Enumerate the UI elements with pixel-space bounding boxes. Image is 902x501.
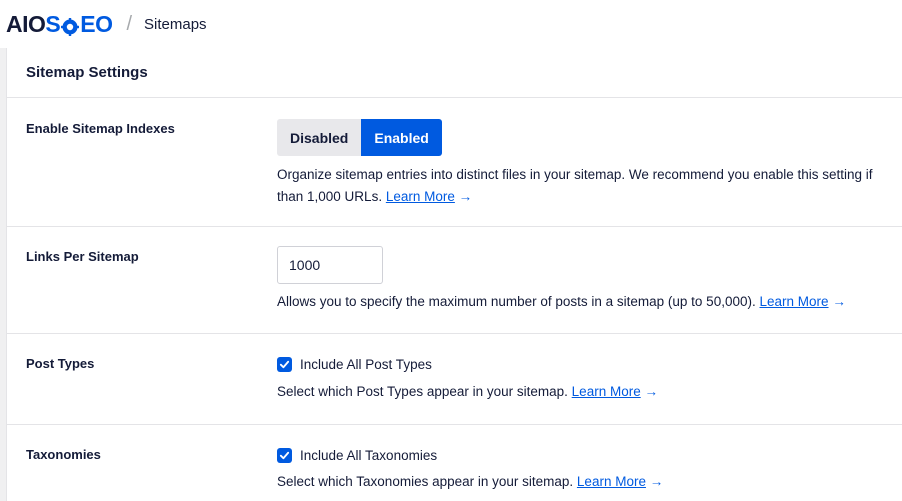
setting-content: Include All Taxonomies Select which Taxo…	[277, 448, 902, 493]
row-taxonomies: Taxonomies Include All Taxonomies Select…	[7, 425, 902, 501]
breadcrumb-sitemaps: Sitemaps	[144, 15, 207, 33]
description-text-line2: than 1,000 URLs.	[277, 189, 383, 204]
arrow-right-icon: →	[649, 474, 664, 489]
setting-description: Allows you to specify the maximum number…	[277, 291, 902, 313]
checkbox-label[interactable]: Include All Post Types	[300, 357, 432, 372]
disabled-button[interactable]: Disabled	[277, 119, 362, 156]
logo-text-s: S	[45, 10, 61, 37]
row-post-types: Post Types Include All Post Types Select…	[7, 334, 902, 425]
card-header: Sitemap Settings	[7, 48, 902, 98]
description-text: Select which Taxonomies appear in your s…	[277, 474, 574, 489]
setting-content: Include All Post Types Select which Post…	[277, 357, 902, 403]
setting-label: Taxonomies	[26, 447, 101, 462]
checkmark-icon	[279, 451, 290, 460]
include-all-post-types-checkbox[interactable]	[277, 357, 292, 372]
sitemap-indexes-toggle: Disabled Enabled	[277, 119, 902, 156]
logo-gear-icon	[61, 15, 80, 36]
arrow-right-icon: →	[644, 384, 658, 399]
top-bar: AIO S EO / Sitemaps	[0, 0, 902, 48]
aioseo-logo[interactable]: AIO S EO	[6, 10, 113, 38]
include-all-post-types-option: Include All Post Types	[277, 357, 902, 372]
setting-description: Select which Taxonomies appear in your s…	[277, 471, 902, 493]
learn-more-link[interactable]: Learn More	[386, 189, 455, 204]
arrow-right-icon: →	[832, 294, 846, 309]
checkmark-icon	[279, 360, 290, 369]
learn-more-link[interactable]: Learn More	[577, 474, 646, 489]
setting-label: Enable Sitemap Indexes	[26, 121, 175, 136]
logo-text-aio: AIO	[6, 10, 46, 37]
include-all-taxonomies-option: Include All Taxonomies	[277, 448, 902, 463]
arrow-right-icon: →	[458, 189, 473, 204]
checkbox-label[interactable]: Include All Taxonomies	[300, 448, 437, 463]
logo-text-eo: EO	[80, 10, 113, 37]
setting-label: Post Types	[26, 356, 95, 371]
learn-more-link[interactable]: Learn More	[572, 384, 641, 399]
description-text: Allows you to specify the maximum number…	[277, 294, 756, 309]
enabled-button[interactable]: Enabled	[361, 119, 442, 156]
setting-label: Links Per Sitemap	[26, 249, 139, 264]
setting-description: Select which Post Types appear in your s…	[277, 381, 902, 403]
learn-more-link[interactable]: Learn More	[760, 294, 829, 309]
links-per-sitemap-input[interactable]	[277, 246, 383, 284]
setting-content: Allows you to specify the maximum number…	[277, 246, 902, 313]
row-links-per-sitemap: Links Per Sitemap Allows you to specify …	[7, 227, 902, 334]
breadcrumb-separator: /	[126, 12, 133, 35]
include-all-taxonomies-checkbox[interactable]	[277, 448, 292, 463]
setting-description: Organize sitemap entries into distinct f…	[277, 164, 902, 208]
row-enable-sitemap-indexes: Enable Sitemap Indexes Disabled Enabled …	[7, 98, 902, 227]
description-text: Organize sitemap entries into distinct f…	[277, 167, 873, 182]
sitemap-settings-card: Sitemap Settings Enable Sitemap Indexes …	[6, 48, 902, 501]
description-text: Select which Post Types appear in your s…	[277, 384, 568, 399]
setting-content: Disabled Enabled Organize sitemap entrie…	[277, 119, 902, 208]
card-title: Sitemap Settings	[26, 64, 148, 81]
